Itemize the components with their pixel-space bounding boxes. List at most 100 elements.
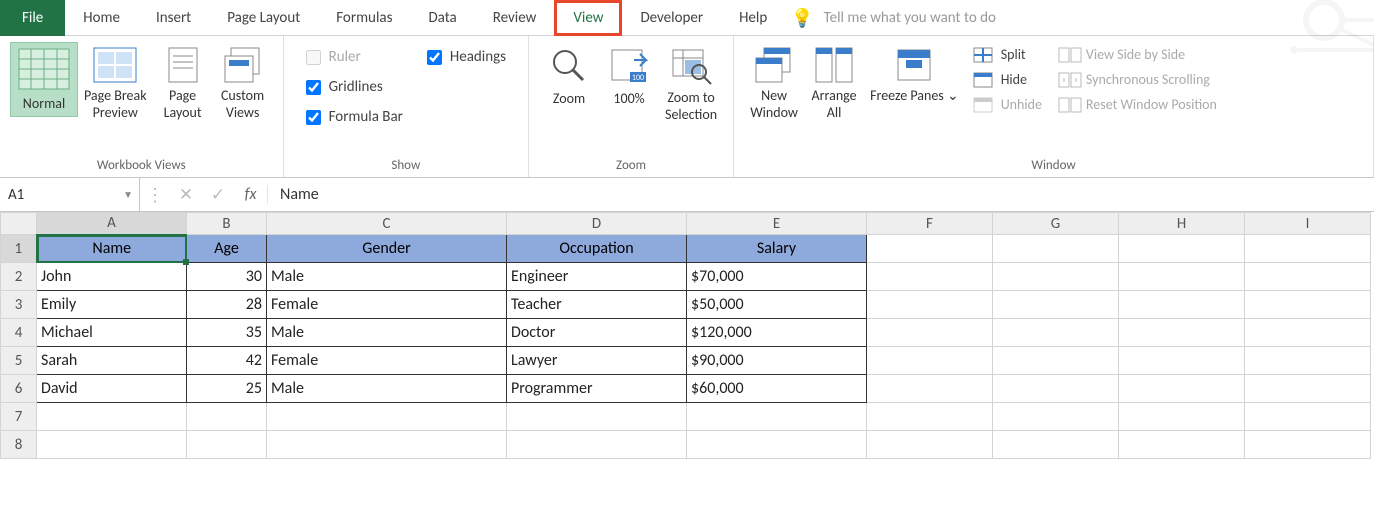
cell-E4[interactable]: $120,000	[687, 319, 867, 347]
formula-bar-handle[interactable]: ⋮	[140, 184, 170, 206]
headings-checkbox-input[interactable]	[427, 50, 442, 65]
new-window-button[interactable]: NewWindow	[744, 42, 804, 126]
cell-D5[interactable]: Lawyer	[507, 347, 687, 375]
synchronous-scrolling-button[interactable]: Synchronous Scrolling	[1058, 71, 1217, 88]
zoom-button[interactable]: Zoom	[539, 42, 599, 111]
name-box-dropdown-icon[interactable]: ▼	[123, 188, 133, 201]
row-header-3[interactable]: 3	[1, 291, 37, 319]
cell-F7[interactable]	[867, 403, 993, 431]
cell-G5[interactable]	[993, 347, 1119, 375]
cell-I5[interactable]	[1245, 347, 1371, 375]
name-box[interactable]: A1▼	[0, 178, 140, 211]
zoom-100-button[interactable]: 100 100%	[599, 42, 659, 111]
cell-E3[interactable]: $50,000	[687, 291, 867, 319]
cell-C2[interactable]: Male	[267, 263, 507, 291]
cell-G7[interactable]	[993, 403, 1119, 431]
cell-C7[interactable]	[267, 403, 507, 431]
col-header-B[interactable]: B	[187, 213, 267, 235]
cell-A1[interactable]: Name	[37, 235, 187, 263]
cell-B1[interactable]: Age	[187, 235, 267, 263]
cell-D4[interactable]: Doctor	[507, 319, 687, 347]
cell-G2[interactable]	[993, 263, 1119, 291]
cell-C4[interactable]: Male	[267, 319, 507, 347]
ruler-checkbox[interactable]: Ruler	[306, 48, 403, 66]
cell-B5[interactable]: 42	[187, 347, 267, 375]
cell-H6[interactable]	[1119, 375, 1245, 403]
freeze-panes-button[interactable]: Freeze Panes ⌄	[864, 42, 965, 109]
unhide-button[interactable]: Unhide	[973, 96, 1042, 113]
cell-I2[interactable]	[1245, 263, 1371, 291]
cell-B8[interactable]	[187, 431, 267, 459]
headings-checkbox[interactable]: Headings	[427, 48, 506, 66]
cell-A8[interactable]	[37, 431, 187, 459]
formula-bar-checkbox[interactable]: Formula Bar	[306, 108, 403, 126]
cell-E6[interactable]: $60,000	[687, 375, 867, 403]
cell-A6[interactable]: David	[37, 375, 187, 403]
col-header-F[interactable]: F	[867, 213, 993, 235]
row-header-1[interactable]: 1	[1, 235, 37, 263]
cell-A5[interactable]: Sarah	[37, 347, 187, 375]
col-header-H[interactable]: H	[1119, 213, 1245, 235]
cell-E7[interactable]	[687, 403, 867, 431]
row-header-5[interactable]: 5	[1, 347, 37, 375]
tab-home[interactable]: Home	[65, 0, 138, 36]
cell-B7[interactable]	[187, 403, 267, 431]
cell-C6[interactable]: Male	[267, 375, 507, 403]
cell-D1[interactable]: Occupation	[507, 235, 687, 263]
cell-D3[interactable]: Teacher	[507, 291, 687, 319]
zoom-to-selection-button[interactable]: Zoom toSelection	[659, 42, 723, 128]
cell-F4[interactable]	[867, 319, 993, 347]
cell-G3[interactable]	[993, 291, 1119, 319]
cell-H2[interactable]	[1119, 263, 1245, 291]
cell-E5[interactable]: $90,000	[687, 347, 867, 375]
tell-me-search[interactable]: 💡 Tell me what you want to do	[791, 7, 996, 29]
cell-E8[interactable]	[687, 431, 867, 459]
tab-insert[interactable]: Insert	[138, 0, 209, 36]
cell-G6[interactable]	[993, 375, 1119, 403]
cell-I1[interactable]	[1245, 235, 1371, 263]
cell-A2[interactable]: John	[37, 263, 187, 291]
arrange-all-button[interactable]: ArrangeAll	[804, 42, 864, 126]
custom-views-button[interactable]: CustomViews	[213, 42, 273, 126]
cell-C1[interactable]: Gender	[267, 235, 507, 263]
tab-developer[interactable]: Developer	[622, 0, 721, 36]
col-header-D[interactable]: D	[507, 213, 687, 235]
cell-B6[interactable]: 25	[187, 375, 267, 403]
cell-C8[interactable]	[267, 431, 507, 459]
cell-C5[interactable]: Female	[267, 347, 507, 375]
cell-F1[interactable]	[867, 235, 993, 263]
cell-D8[interactable]	[507, 431, 687, 459]
gridlines-checkbox-input[interactable]	[306, 80, 321, 95]
cell-I8[interactable]	[1245, 431, 1371, 459]
select-all-corner[interactable]	[1, 213, 37, 235]
page-layout-button[interactable]: PageLayout	[153, 42, 213, 126]
tab-help[interactable]: Help	[721, 0, 785, 36]
cell-A7[interactable]	[37, 403, 187, 431]
cell-H3[interactable]	[1119, 291, 1245, 319]
split-button[interactable]: Split	[973, 46, 1042, 63]
row-header-6[interactable]: 6	[1, 375, 37, 403]
cell-H5[interactable]	[1119, 347, 1245, 375]
row-header-4[interactable]: 4	[1, 319, 37, 347]
normal-view-button[interactable]: Normal	[10, 42, 78, 117]
cell-H8[interactable]	[1119, 431, 1245, 459]
tab-formulas[interactable]: Formulas	[318, 0, 410, 36]
cell-E2[interactable]: $70,000	[687, 263, 867, 291]
cell-B3[interactable]: 28	[187, 291, 267, 319]
cell-A4[interactable]: Michael	[37, 319, 187, 347]
cell-G4[interactable]	[993, 319, 1119, 347]
formula-bar-input[interactable]: Name	[268, 185, 1374, 204]
cell-H1[interactable]	[1119, 235, 1245, 263]
cell-E1[interactable]: Salary	[687, 235, 867, 263]
cell-B2[interactable]: 30	[187, 263, 267, 291]
gridlines-checkbox[interactable]: Gridlines	[306, 78, 403, 96]
cell-D7[interactable]	[507, 403, 687, 431]
tab-data[interactable]: Data	[410, 0, 474, 36]
cell-I3[interactable]	[1245, 291, 1371, 319]
tab-file[interactable]: File	[0, 0, 65, 36]
cell-G1[interactable]	[993, 235, 1119, 263]
formulabar-checkbox-input[interactable]	[306, 110, 321, 125]
view-side-by-side-button[interactable]: View Side by Side	[1058, 46, 1217, 63]
cell-F6[interactable]	[867, 375, 993, 403]
row-header-8[interactable]: 8	[1, 431, 37, 459]
